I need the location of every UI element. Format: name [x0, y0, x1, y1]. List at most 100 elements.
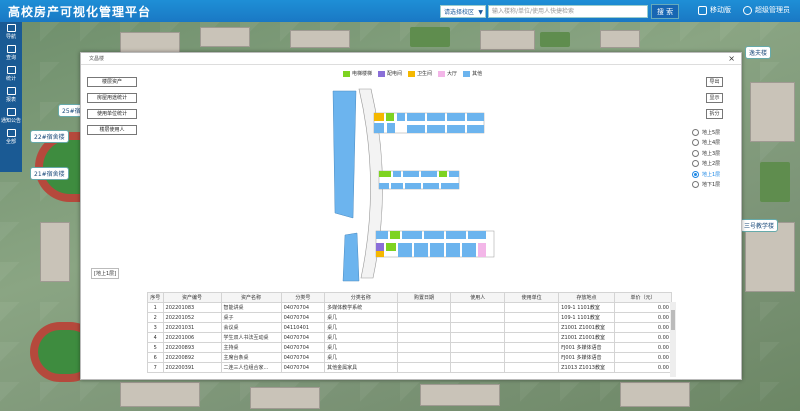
table-cell: 04110401 [280, 322, 326, 333]
nav-item-query[interactable]: 查询 [0, 43, 22, 64]
column-header[interactable]: 存放地点 [558, 292, 615, 303]
floor-plan[interactable] [331, 83, 511, 283]
radio-icon [692, 149, 699, 157]
modal-title: 文昌楼 [81, 53, 741, 65]
floor-option[interactable]: 地下1层 [692, 180, 720, 191]
floor-users-button[interactable]: 楼层使用人 [87, 125, 137, 135]
table-cell [396, 312, 452, 323]
current-level-label: [地上1层] [91, 268, 120, 279]
search-button[interactable]: 搜 索 [651, 4, 679, 19]
mobile-version-link[interactable]: 移动版 [698, 5, 731, 15]
table-cell: 7 [147, 362, 164, 373]
table-cell: 主席台条桌 [220, 352, 282, 363]
map-label-building[interactable]: 逸夫楼 [745, 46, 772, 59]
column-header[interactable]: 单价（元） [613, 292, 673, 303]
table-cell [450, 332, 506, 343]
table-cell [504, 302, 560, 313]
table-row[interactable]: 3 202201031 会议桌 04110401 桌几 Z1001 Z1001教室 0.00 [147, 322, 673, 333]
table-cell [450, 322, 506, 333]
table-cell [504, 342, 560, 353]
legend-item: 卫生间 [408, 70, 432, 77]
floor-selector: 地上5层 地上4层 地上3层 地上2层 地上1层 地下1层 [692, 127, 720, 190]
floor-assets-button[interactable]: 楼层资产 [87, 77, 137, 87]
table-cell: 桌几 [324, 332, 398, 343]
column-header[interactable]: 分类名称 [324, 292, 398, 303]
unit-stats-button[interactable]: 使用单位统计 [87, 109, 137, 119]
table-cell: 04070704 [280, 332, 326, 343]
legend-item: 大厅 [438, 70, 457, 77]
show-button[interactable]: 显示 [706, 93, 723, 103]
user-menu[interactable]: 超级管理员 [743, 5, 790, 15]
map-label-building[interactable]: 22#宿舍楼 [30, 130, 69, 143]
table-cell [504, 332, 560, 343]
table-cell [450, 352, 506, 363]
nav-item-all[interactable]: 全部 [0, 127, 22, 148]
scrollbar-thumb[interactable] [671, 310, 675, 330]
table-cell: 5 [147, 342, 164, 353]
asset-table: 序号 资产编号 资产名称 分类号 分类名称 购置日期 使用人 使用单位 存放地点… [147, 292, 673, 373]
usage-stats-button[interactable]: 房屋用途统计 [87, 93, 137, 103]
table-cell: 0.00 [613, 332, 673, 343]
legend-item: 其他 [463, 70, 482, 77]
table-cell: 智能讲桌 [220, 302, 282, 313]
column-header[interactable]: 序号 [147, 292, 164, 303]
table-cell: 202201006 [162, 332, 222, 343]
table-scrollbar[interactable] [670, 302, 676, 377]
chevron-down-icon: ▼ [478, 9, 483, 16]
floor-option-selected[interactable]: 地上1层 [692, 169, 720, 180]
building-detail-modal: 文昌楼 × 楼层资产 房屋用途统计 使用单位统计 楼层使用人 导出 显示 拆分 … [80, 52, 742, 380]
table-cell [396, 342, 452, 353]
table-cell: 04070704 [280, 352, 326, 363]
floor-option[interactable]: 地上5层 [692, 127, 720, 138]
floor-option[interactable]: 地上3层 [692, 148, 720, 159]
column-header[interactable]: 分类号 [280, 292, 326, 303]
column-header[interactable]: 资产名称 [220, 292, 282, 303]
table-cell: 202200892 [162, 352, 222, 363]
table-cell: 109-1 1101教室 [558, 302, 615, 313]
split-button[interactable]: 拆分 [706, 109, 723, 119]
floor-option[interactable]: 地上2层 [692, 159, 720, 170]
column-header[interactable]: 使用单位 [504, 292, 560, 303]
search-icon [6, 45, 16, 53]
table-row[interactable]: 1 202201083 智能讲桌 04070704 多媒体教学系统 109-1 1101教… [147, 302, 673, 313]
table-cell [396, 322, 452, 333]
table-cell [396, 302, 452, 313]
nav-item-notice[interactable]: 通知公告 [0, 106, 22, 127]
nav-item-report[interactable]: 报表 [0, 85, 22, 106]
table-cell: FJ001 多媒体语音 [558, 352, 615, 363]
column-header[interactable]: 使用人 [450, 292, 506, 303]
radio-icon [692, 128, 699, 136]
table-row[interactable]: 4 202201006 学生双人书法互动桌 04070704 桌几 Z1001 Z1001… [147, 332, 673, 343]
table-cell [504, 362, 560, 373]
column-header[interactable]: 资产编号 [162, 292, 222, 303]
floor-option[interactable]: 地上4层 [692, 138, 720, 149]
radio-icon [692, 181, 699, 189]
map-label-building[interactable]: 21#宿舍楼 [30, 167, 69, 180]
table-cell: 多媒体教学系统 [324, 302, 398, 313]
search-input[interactable]: 输入楼称/单位/使用人快捷检索 [488, 5, 648, 18]
map-label-building[interactable]: 三号教学楼 [740, 219, 779, 232]
table-cell: 6 [147, 352, 164, 363]
export-button[interactable]: 导出 [706, 77, 723, 87]
table-row[interactable]: 6 202200892 主席台条桌 04070704 桌几 FJ001 多媒体语音 0.00 [147, 352, 673, 363]
table-cell: 3 [147, 322, 164, 333]
table-row[interactable]: 2 202201052 桌子 04070704 桌几 109-1 1101教室 0.00 [147, 312, 673, 323]
nav-item-navigate[interactable]: 导航 [0, 22, 22, 43]
table-cell: 1 [147, 302, 164, 313]
table-cell: 4 [147, 332, 164, 343]
nav-item-stats[interactable]: 统计 [0, 64, 22, 85]
table-cell: 主持桌 [220, 342, 282, 353]
table-cell [504, 322, 560, 333]
table-row[interactable]: 5 202200893 主持桌 04070704 桌几 FJ001 多媒体语音 0.00 [147, 342, 673, 353]
table-row[interactable]: 7 202200391 二连三人位组合家... 04070704 其他金属家具 Z1013… [147, 362, 673, 373]
table-cell [450, 312, 506, 323]
report-icon [6, 87, 16, 95]
compass-icon [6, 24, 16, 32]
table-cell: 0.00 [613, 352, 673, 363]
app-title: 高校房产可视化管理平台 [8, 4, 152, 19]
close-icon[interactable]: × [728, 54, 735, 63]
table-cell [450, 342, 506, 353]
column-header[interactable]: 购置日期 [396, 292, 452, 303]
campus-select[interactable]: 请选择校区 ▼ [440, 5, 486, 18]
table-cell: 0.00 [613, 342, 673, 353]
